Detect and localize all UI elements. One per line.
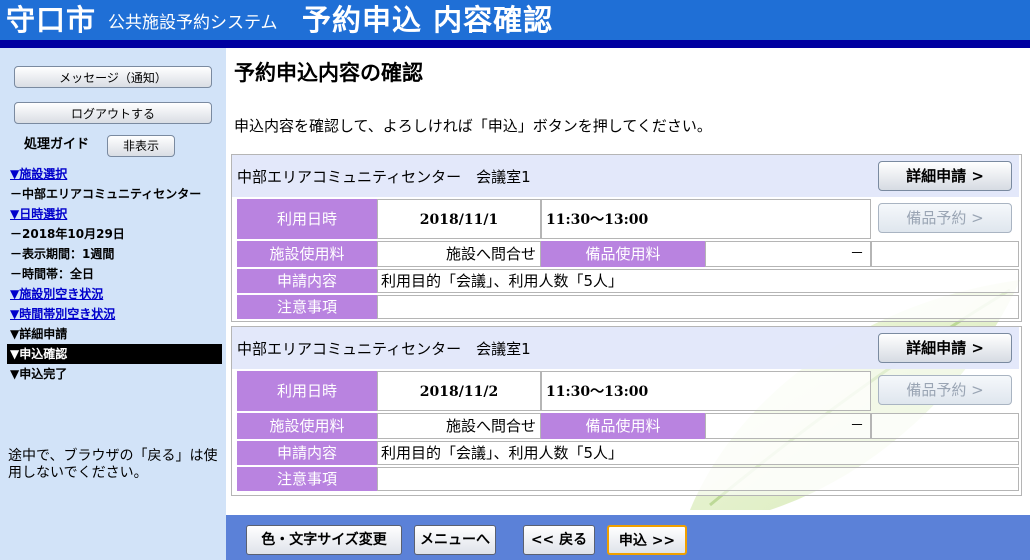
detail-request-button[interactable]: 詳細申請 > [878, 161, 1012, 191]
step-time-availability[interactable]: ▼時間帯別空き状況 [10, 304, 222, 324]
facility-fee-label: 施設使用料 [237, 413, 377, 439]
main-content: 予約申込内容の確認 申込内容を確認して、よろしければ「申込」ボタンを押してくださ… [226, 48, 1030, 560]
request-content: 利用目的「会議」、利用人数「5人」 [377, 441, 1019, 465]
step-complete: ▼申込完了 [10, 367, 68, 381]
page-title: 予約申込内容の確認 [234, 61, 423, 85]
empty-cell [871, 413, 1019, 439]
facility-fee-value: 施設へ問合せ [377, 413, 541, 439]
logout-button[interactable]: ログアウトする [14, 102, 212, 124]
equipment-reserve-button[interactable]: 備品予約 > [878, 375, 1012, 405]
equipment-fee-value: － [705, 413, 871, 439]
page-heading: 予約申込 内容確認 [302, 3, 554, 37]
facility-name: 中部エリアコミュニティセンター 会議室1 [237, 340, 531, 358]
process-guide: ▼施設選択 －中部エリアコミュニティセンター ▼日時選択 －2018年10月29… [7, 164, 222, 384]
instruction-text: 申込内容を確認して、よろしければ「申込」ボタンを押してください。 [234, 117, 712, 135]
step-timeband-value: －時間帯：全日 [10, 267, 95, 281]
reservation-date: 2018/11/2 [377, 371, 541, 411]
request-content: 利用目的「会議」、利用人数「5人」 [377, 269, 1019, 293]
notes-label: 注意事項 [237, 467, 377, 491]
equipment-reserve-button[interactable]: 備品予約 > [878, 203, 1012, 233]
notes-value [377, 295, 1019, 319]
city-name: 守口市 [6, 3, 97, 37]
content-label: 申請内容 [237, 441, 377, 465]
footer-bar: 色・文字サイズ変更 メニューへ << 戻る 申込 >> [226, 515, 1030, 560]
back-button[interactable]: << 戻る [523, 525, 595, 555]
step-facility-select[interactable]: ▼施設選択 [10, 164, 222, 184]
guide-label: 処理ガイド [24, 137, 90, 152]
step-facility-availability[interactable]: ▼施設別空き状況 [10, 284, 222, 304]
step-date-select[interactable]: ▼日時選択 [10, 204, 222, 224]
app-header: 守口市 公共施設予約システム 予約申込 内容確認 [0, 0, 1030, 48]
notes-label: 注意事項 [237, 295, 377, 319]
reservation-time: 11:30～13:00 [541, 371, 871, 411]
detail-request-button[interactable]: 詳細申請 > [878, 333, 1012, 363]
facility-row: 中部エリアコミュニティセンター 会議室1 詳細申請 > [232, 327, 1019, 369]
reservation-block: 中部エリアコミュニティセンター 会議室1 詳細申請 > 備品予約 > 利用日時 … [231, 154, 1022, 322]
style-change-button[interactable]: 色・文字サイズ変更 [246, 525, 402, 555]
equipment-fee-label: 備品使用料 [541, 241, 705, 267]
empty-cell [871, 241, 1019, 267]
guide-toggle-button[interactable]: 非表示 [107, 135, 175, 157]
facility-row: 中部エリアコミュニティセンター 会議室1 詳細申請 > [232, 155, 1019, 197]
step-confirm-current: ▼申込確認 [7, 344, 222, 364]
reservation-block: 中部エリアコミュニティセンター 会議室1 詳細申請 > 備品予約 > 利用日時 … [231, 326, 1022, 496]
content-label: 申請内容 [237, 269, 377, 293]
equipment-fee-label: 備品使用料 [541, 413, 705, 439]
reservation-date: 2018/11/1 [377, 199, 541, 239]
step-facility-value: －中部エリアコミュニティセンター [10, 187, 202, 201]
system-name: 公共施設予約システム [108, 13, 278, 33]
message-button[interactable]: メッセージ（通知） [14, 66, 212, 88]
back-button-warning: 途中で、ブラウザの「戻る」は使用しないでください。 [8, 448, 218, 481]
datetime-label: 利用日時 [237, 199, 377, 239]
sidebar: メッセージ（通知） ログアウトする 処理ガイド 非表示 ▼施設選択 －中部エリア… [0, 48, 226, 560]
menu-button[interactable]: メニューへ [414, 525, 496, 555]
step-period-value: －表示期間：1週間 [10, 247, 115, 261]
facility-fee-value: 施設へ問合せ [377, 241, 541, 267]
apply-button[interactable]: 申込 >> [607, 525, 687, 555]
step-date-value: －2018年10月29日 [10, 227, 125, 241]
header-underline [0, 40, 1030, 48]
step-detail-request: ▼詳細申請 [10, 327, 68, 341]
facility-fee-label: 施設使用料 [237, 241, 377, 267]
notes-value [377, 467, 1019, 491]
equipment-fee-value: － [705, 241, 871, 267]
datetime-label: 利用日時 [237, 371, 377, 411]
reservation-time: 11:30～13:00 [541, 199, 871, 239]
facility-name: 中部エリアコミュニティセンター 会議室1 [237, 168, 531, 186]
